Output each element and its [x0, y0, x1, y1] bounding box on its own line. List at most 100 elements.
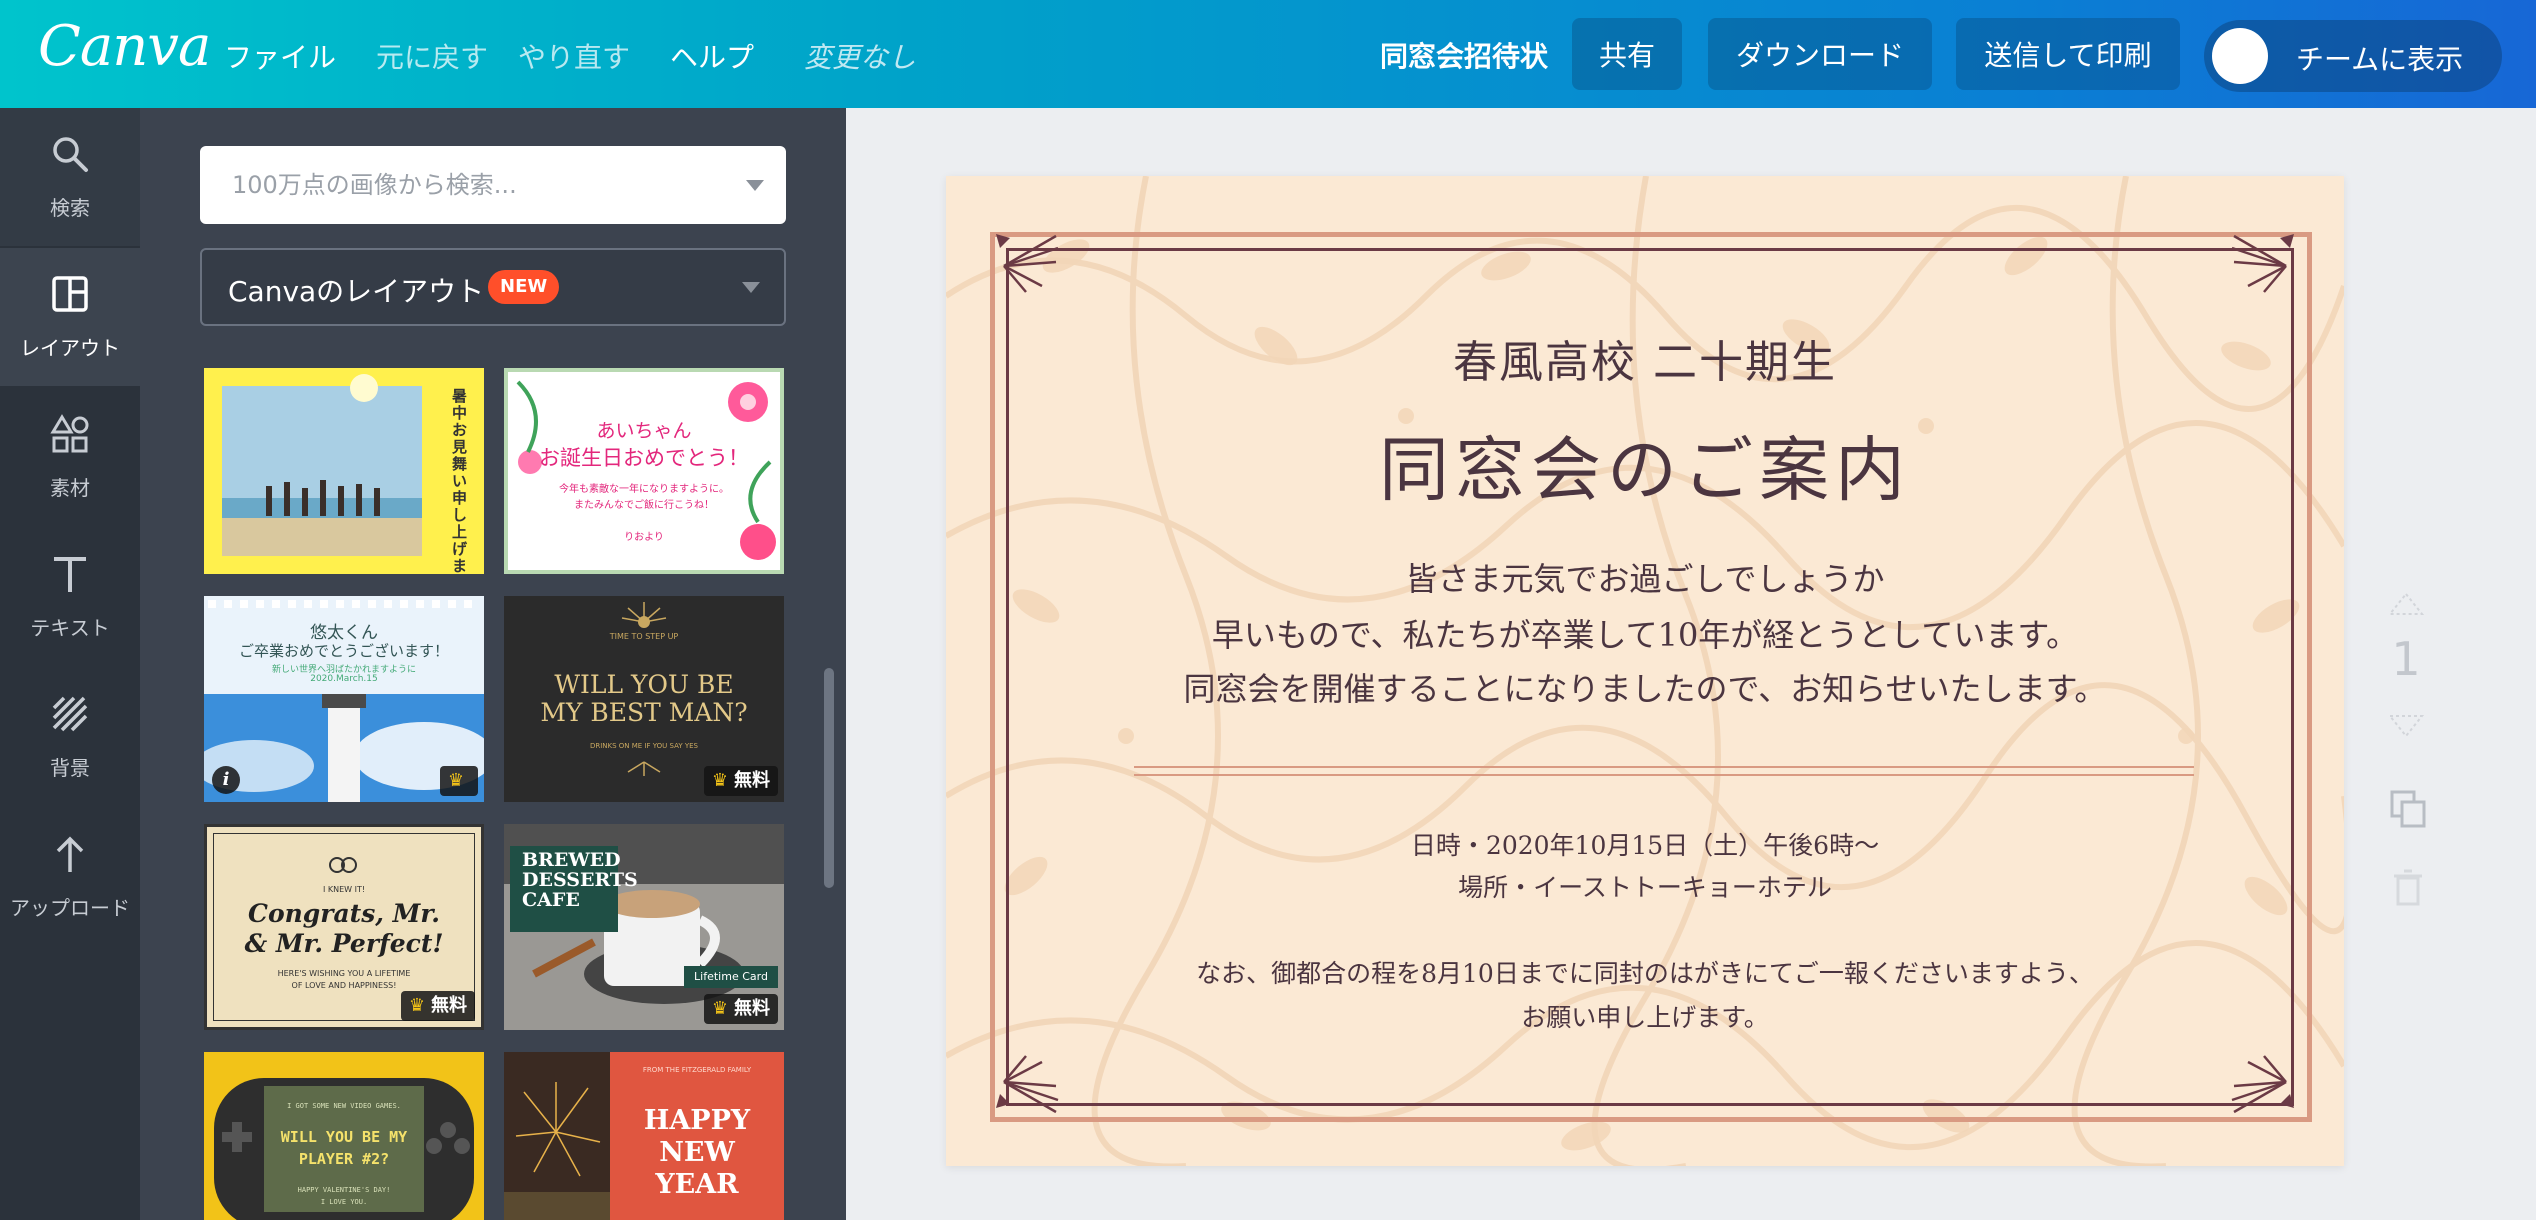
school-class-line[interactable]: 春風高校 二十期生 — [946, 326, 2344, 390]
rail-item-background[interactable]: 背景 — [0, 668, 140, 806]
layout-source-select[interactable]: Canvaのレイアウト NEW — [200, 248, 786, 326]
template-thumbnail[interactable]: I GOT SOME NEW VIDEO GAMES. WILL YOU BE … — [204, 1052, 484, 1220]
menu-undo[interactable]: 元に戻す — [376, 36, 488, 76]
thumbnail-text: 2020.March.15 — [310, 674, 378, 684]
badge-label: 無料 — [734, 770, 770, 791]
thumbnail-text: ご卒業おめでとうございます！ — [238, 642, 449, 660]
double-divider-line — [1134, 766, 2194, 768]
thumbnail-text: お誕生日おめでとう！ — [539, 446, 749, 470]
rail-label: 検索 — [50, 196, 90, 220]
new-badge: NEW — [488, 270, 560, 304]
menu-file[interactable]: ファイル — [224, 36, 336, 76]
thumbnail-text: WILL YOU BE MY — [280, 1128, 408, 1146]
document-title[interactable]: 同窓会招待状 — [1380, 35, 1548, 75]
thumbnail-text: HERE'S WISHING YOU A LIFETIME — [277, 969, 411, 978]
delete-page-icon[interactable] — [2388, 868, 2428, 908]
invitation-title[interactable]: 同窓会のご案内 — [946, 414, 2344, 515]
duplicate-page-icon[interactable] — [2388, 788, 2428, 828]
thumbnail-text: YEAR — [655, 1169, 739, 1200]
thumbnail-text: CAFE — [522, 889, 580, 911]
layout-icon — [52, 276, 88, 312]
layout-select-label: Canvaのレイアウト — [228, 275, 485, 308]
canva-logo[interactable]: Canva — [38, 14, 211, 79]
thumbnail-text: りおより — [624, 532, 664, 543]
thumbnail-text: あいちゃん — [596, 420, 692, 442]
rsvp-note[interactable]: なお、御都合の程を8月10日までに同封のはがきにてご一報くださいますよう、 — [946, 954, 2344, 990]
save-status: 変更なし — [804, 41, 917, 74]
thumbnail-text: MY BEST MAN? — [540, 698, 748, 727]
rail-label: 背景 — [50, 756, 90, 780]
thumbnail-text: HAPPY — [643, 1105, 751, 1136]
thumbnail-text: & Mr. Perfect! — [244, 929, 444, 958]
rail-item-elements[interactable]: 素材 — [0, 388, 140, 526]
thumbnail-text: WILL YOU BE — [554, 670, 734, 699]
free-badge: ♛ 無料 — [703, 994, 778, 1024]
event-place[interactable]: 場所・イーストトーキョーホテル — [946, 868, 2344, 904]
template-thumbnail[interactable]: TIME TO STEP UP WILL YOU BE MY BEST MAN?… — [504, 596, 784, 802]
thumbnail-text: DRINKS ON ME IF YOU SAY YES — [589, 742, 698, 750]
crown-icon: ♛ — [711, 998, 728, 1019]
rail-item-search[interactable]: 検索 — [0, 108, 140, 246]
rsvp-note[interactable]: お願い申し上げます。 — [946, 998, 2344, 1034]
thumbnail-text: 暑中お見舞い申し上げます — [452, 387, 468, 575]
crown-icon: ♛ — [447, 770, 464, 791]
search-input[interactable] — [230, 170, 734, 200]
beach-photo — [222, 374, 422, 556]
rail-label: テキスト — [30, 616, 110, 640]
move-page-up-icon[interactable] — [2387, 592, 2425, 616]
upload-icon — [56, 836, 84, 872]
body-line[interactable]: 早いもので、私たちが卒業して10年が経とうとしています。 — [946, 610, 2344, 656]
image-search-box[interactable] — [200, 146, 786, 224]
info-icon[interactable]: i — [212, 766, 240, 794]
move-page-down-icon[interactable] — [2387, 714, 2425, 738]
menu-redo[interactable]: やり直す — [518, 36, 630, 76]
send-print-button[interactable]: 送信して印刷 — [1956, 18, 2180, 90]
badge-label: 無料 — [734, 998, 770, 1019]
template-thumbnail[interactable]: あいちゃん お誕生日おめでとう！ 今年も素敵な一年になりますように。 またみんな… — [504, 368, 784, 574]
search-icon — [53, 137, 88, 172]
crown-icon: ♛ — [408, 995, 425, 1016]
toggle-knob — [2212, 28, 2268, 84]
share-button[interactable]: 共有 — [1572, 18, 1682, 90]
thumbnail-text: FROM THE FITZGERALD FAMILY — [642, 1066, 752, 1074]
template-thumbnail[interactable]: FROM THE FITZGERALD FAMILY HAPPY NEW YEA… — [504, 1052, 784, 1220]
team-view-toggle[interactable]: チームに表示 — [2204, 20, 2502, 92]
page-number: 1 — [2391, 632, 2421, 686]
thumbnail-text: またみんなでご飯に行こうね！ — [574, 500, 714, 511]
free-badge: ♛ 無料 — [400, 991, 475, 1021]
design-page[interactable]: 春風高校 二十期生 同窓会のご案内 皆さま元気でお過ごしでしょうか 早いもので、… — [946, 176, 2344, 1166]
chevron-down-icon — [742, 282, 760, 293]
template-thumbnail[interactable]: 悠太くん ご卒業おめでとうございます！ 新しい世界へ羽ばたかれますように 202… — [204, 596, 484, 802]
rail-item-layout[interactable]: レイアウト — [0, 248, 140, 386]
layouts-panel: Canvaのレイアウト NEW 暑中お見舞い申し上げます あいちゃん お誕生日お… — [140, 108, 846, 1220]
download-button[interactable]: ダウンロード — [1708, 18, 1932, 90]
thumbnail-text: TIME TO STEP UP — [609, 632, 679, 641]
event-date[interactable]: 日時・2020年10月15日（土）午後6時～ — [946, 826, 2344, 862]
top-bar: Canva ファイル 元に戻す やり直す ヘルプ 変更なし 同窓会招待状 共有 … — [0, 0, 2536, 108]
rail-label: アップロード — [10, 896, 130, 920]
background-icon — [52, 696, 88, 732]
menu-help[interactable]: ヘルプ — [670, 36, 754, 76]
chevron-down-icon[interactable] — [746, 180, 764, 191]
thumbnail-text: Lifetime Card — [684, 966, 778, 988]
thumbnail-text: OF LOVE AND HAPPINESS! — [291, 981, 397, 990]
rail-item-upload[interactable]: アップロード — [0, 808, 140, 946]
thumbnail-text: 今年も素敵な一年になりますように。 — [559, 484, 729, 495]
thumbnail-text: Congrats, Mr. — [248, 899, 440, 928]
rail-item-text[interactable]: テキスト — [0, 528, 140, 666]
rail-label: レイアウト — [20, 336, 120, 360]
team-view-label: チームに表示 — [2296, 43, 2464, 76]
body-line[interactable]: 皆さま元気でお過ごしでしょうか — [946, 554, 2344, 600]
body-line[interactable]: 同窓会を開催することになりましたので、お知らせいたします。 — [946, 664, 2344, 710]
thumbnail-text: I LOVE YOU. — [320, 1198, 368, 1206]
text-icon — [54, 557, 86, 592]
template-thumbnail[interactable]: BREWED DESSERTS CAFE Lifetime Card ♛ 無料 — [504, 824, 784, 1030]
template-thumbnail[interactable]: 暑中お見舞い申し上げます — [204, 368, 484, 574]
template-thumbnail[interactable]: I KNEW IT! Congrats, Mr. & Mr. Perfect! … — [204, 824, 484, 1030]
premium-badge: ♛ — [439, 766, 478, 796]
side-rail: 検索 レイアウト 素材 テキスト 背景 アップロード — [0, 108, 140, 1220]
panel-scrollbar[interactable] — [824, 668, 834, 888]
badge-label: 無料 — [431, 995, 467, 1016]
rail-label: 素材 — [50, 476, 90, 500]
thumbnail-text: I KNEW IT! — [322, 885, 366, 894]
